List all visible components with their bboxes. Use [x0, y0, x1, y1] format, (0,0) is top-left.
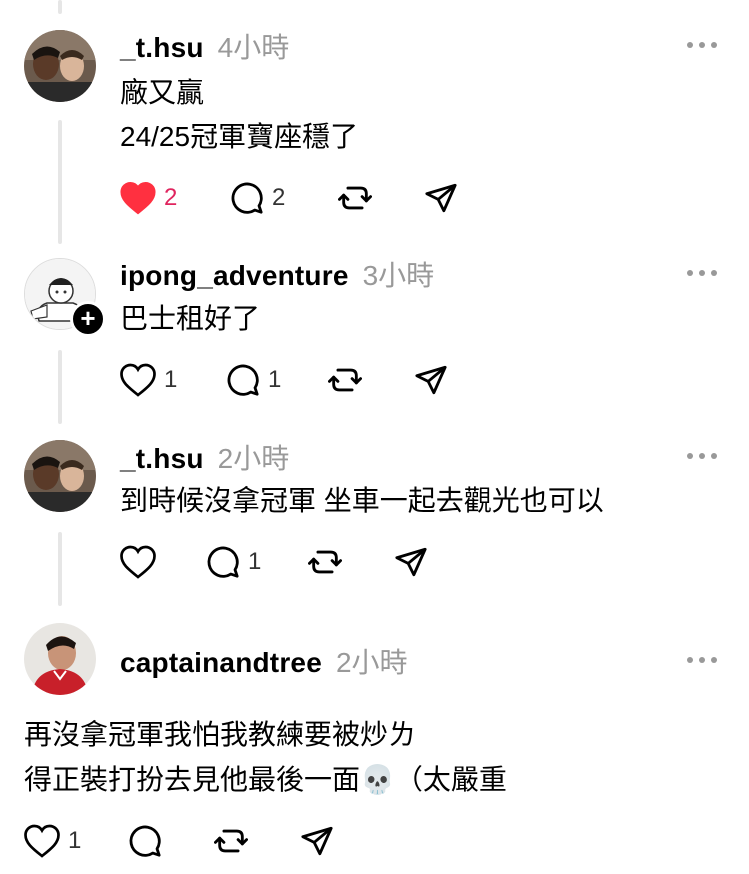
action-bar: 2 2: [120, 178, 458, 218]
username[interactable]: captainandtree: [120, 647, 322, 679]
post-header: _t.hsu 2小時: [120, 437, 289, 475]
comment-button[interactable]: 1: [226, 363, 328, 397]
repost-icon: [328, 368, 362, 392]
comment-button[interactable]: [128, 824, 214, 858]
post-text-line: 得正裝打扮去見他最後一面💀（太嚴重: [24, 764, 507, 795]
comment-button[interactable]: 2: [230, 181, 338, 215]
post-text-line: 巴士租好了: [120, 303, 261, 334]
follow-plus-icon[interactable]: +: [70, 301, 106, 337]
action-bar: 1: [120, 542, 428, 582]
action-bar: 1 1: [120, 360, 448, 400]
share-icon: [425, 183, 457, 213]
thread-line: [58, 0, 62, 14]
post-text-line: 廠又贏: [120, 77, 205, 108]
like-count: 2: [164, 184, 178, 211]
comment-icon: [227, 364, 259, 396]
repost-button[interactable]: [328, 363, 414, 397]
repost-icon: [308, 550, 342, 574]
share-icon: [395, 547, 427, 577]
post-text-line: 再沒拿冠軍我怕我教練要被炒ㄌ: [24, 719, 417, 750]
repost-icon: [214, 829, 248, 853]
thread-line: [58, 350, 62, 424]
share-button[interactable]: [300, 824, 334, 858]
repost-button[interactable]: [338, 181, 424, 215]
like-button[interactable]: 1: [120, 363, 226, 397]
comment-icon: [231, 182, 263, 214]
repost-button[interactable]: [308, 545, 394, 579]
thread-line: [58, 120, 62, 244]
post-header: _t.hsu 4小時: [120, 26, 289, 64]
more-icon[interactable]: [687, 268, 717, 278]
action-bar: 1: [24, 821, 334, 861]
share-icon: [415, 365, 447, 395]
avatar[interactable]: [24, 30, 96, 102]
like-button[interactable]: 2: [120, 181, 230, 215]
like-button[interactable]: 1: [24, 824, 128, 858]
comment-count: 1: [268, 366, 282, 393]
like-button[interactable]: [120, 545, 206, 579]
share-button[interactable]: [414, 363, 448, 397]
heart-icon: [120, 545, 156, 579]
thread-line: [58, 532, 62, 606]
post-header: captainandtree 2小時: [120, 641, 408, 679]
repost-button[interactable]: [214, 824, 300, 858]
comment-button[interactable]: 1: [206, 545, 308, 579]
username[interactable]: _t.hsu: [120, 443, 204, 475]
comment-icon: [129, 825, 161, 857]
post-text-line: 到時候沒拿冠軍 坐車一起去觀光也可以: [120, 485, 604, 516]
comment-icon: [207, 546, 239, 578]
share-icon: [301, 826, 333, 856]
heart-icon: [120, 363, 156, 397]
share-button[interactable]: [394, 545, 428, 579]
repost-icon: [338, 186, 372, 210]
share-button[interactable]: [424, 181, 458, 215]
post-header: ipong_adventure 3小時: [120, 254, 434, 292]
timestamp: 2小時: [335, 647, 408, 678]
avatar[interactable]: [24, 623, 96, 695]
comment-count: 2: [272, 184, 286, 211]
heart-icon: [120, 181, 156, 215]
more-icon[interactable]: [687, 451, 717, 461]
username[interactable]: ipong_adventure: [120, 260, 349, 292]
timestamp: 2小時: [217, 443, 290, 474]
like-count: 1: [164, 366, 178, 393]
avatar[interactable]: [24, 440, 96, 512]
timestamp: 3小時: [362, 260, 435, 291]
like-count: 1: [68, 827, 82, 854]
username[interactable]: _t.hsu: [120, 32, 204, 64]
post-text-line: 24/25冠軍寶座穩了: [120, 121, 359, 152]
timestamp: 4小時: [217, 32, 290, 63]
more-icon[interactable]: [687, 655, 717, 665]
more-icon[interactable]: [687, 40, 717, 50]
heart-icon: [24, 824, 60, 858]
comment-count: 1: [248, 548, 262, 575]
